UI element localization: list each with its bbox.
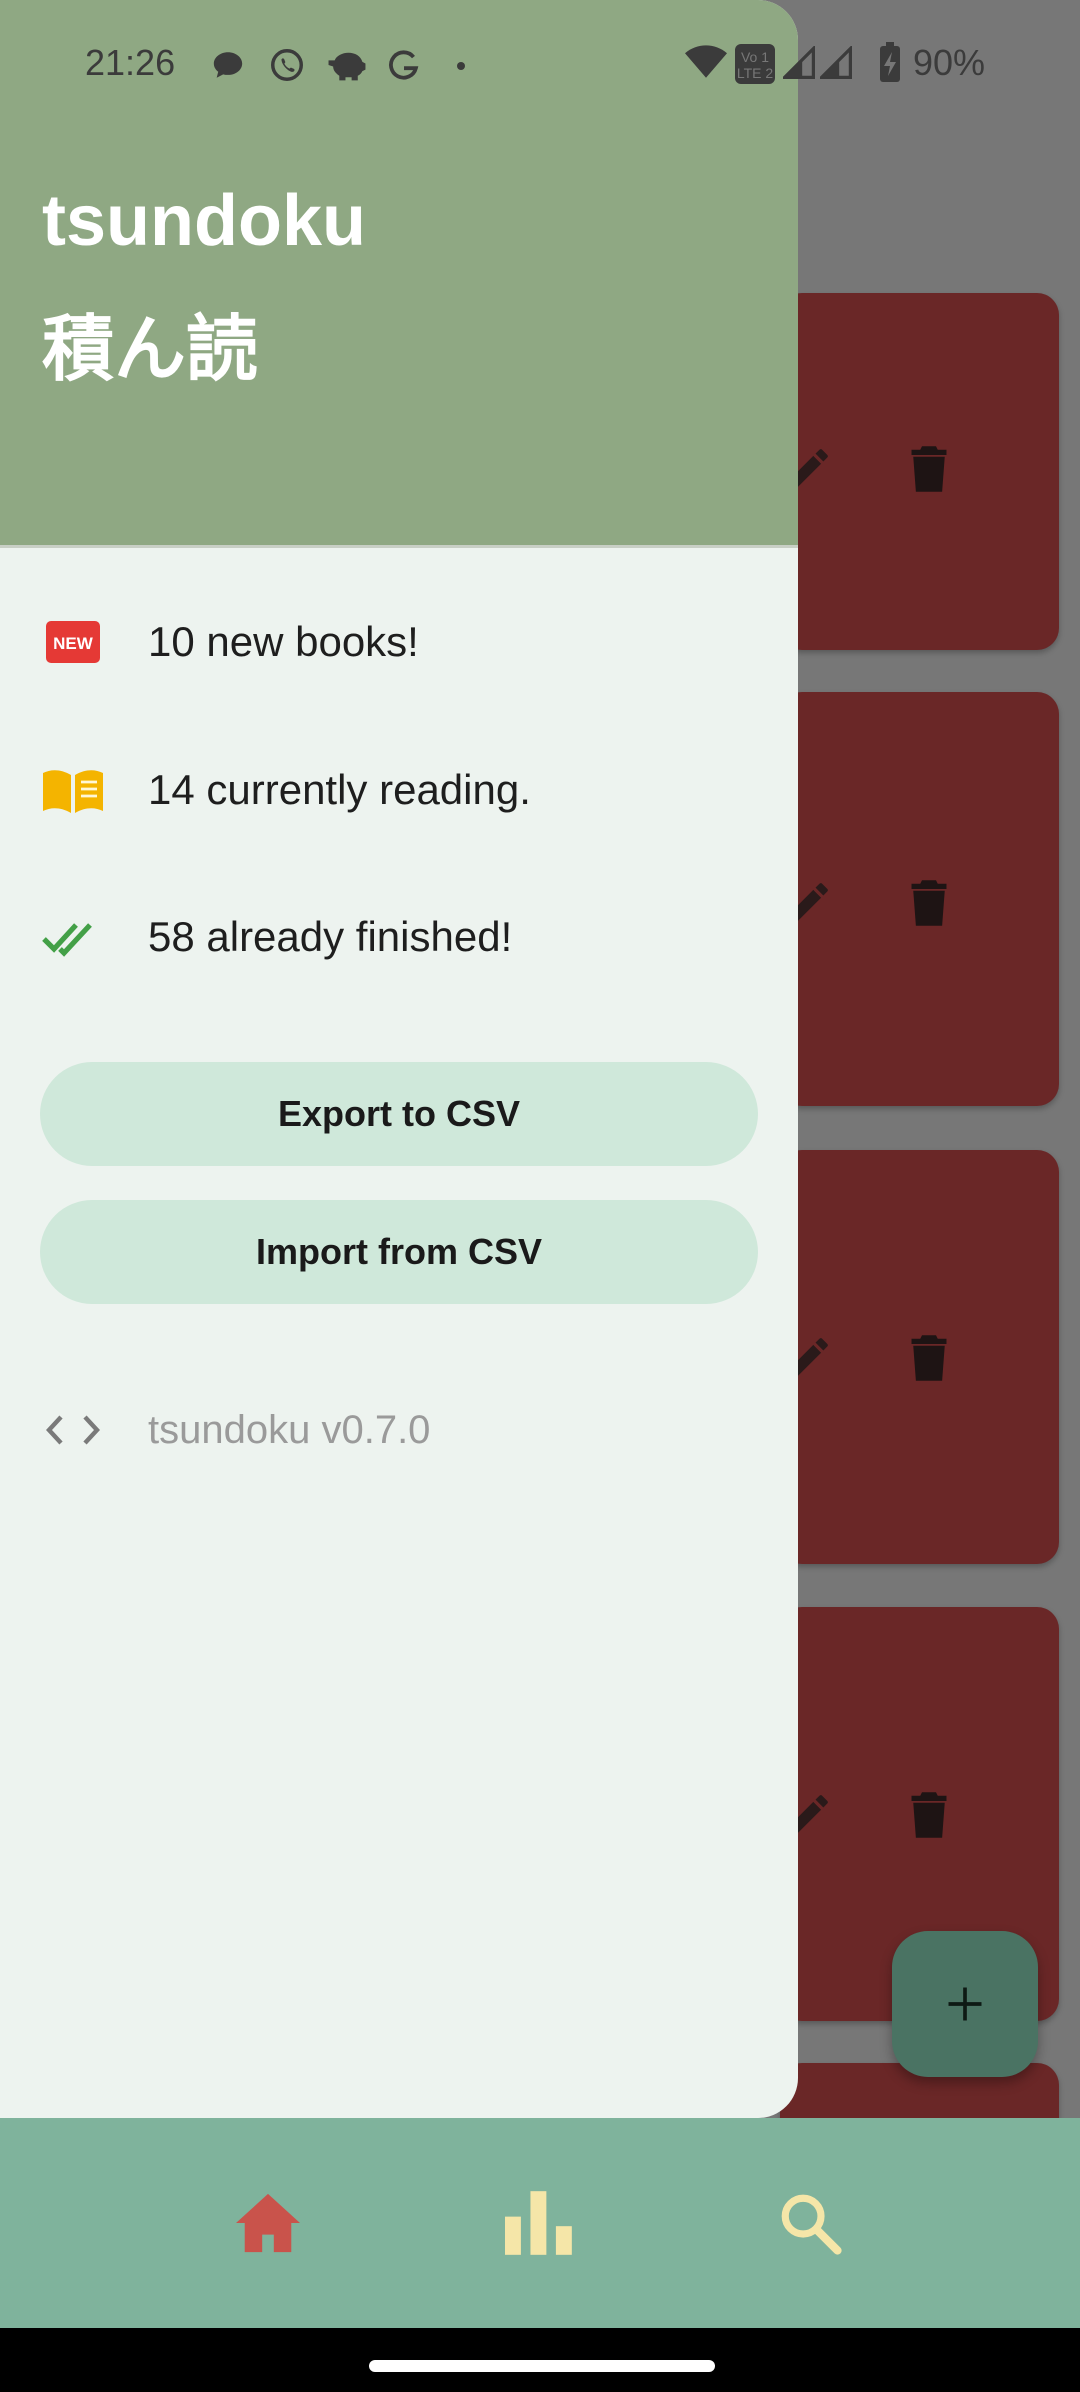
status-bar: 21:26 <box>0 36 798 96</box>
drawer-subtitle: 積ん読 <box>42 310 259 390</box>
nav-stats[interactable] <box>480 2158 600 2288</box>
delete-icon[interactable] <box>908 1332 950 1384</box>
new-badge-icon: NEW <box>42 617 104 667</box>
version-row: tsundoku v0.7.0 <box>42 1395 430 1465</box>
piggy-bank-icon <box>328 52 366 81</box>
stat-new-books: NEW 10 new books! <box>42 607 419 677</box>
nav-home[interactable] <box>208 2158 328 2288</box>
stat-finished: 58 already finished! <box>42 902 512 972</box>
svg-text:Vo 1: Vo 1 <box>741 49 769 65</box>
import-csv-button[interactable]: Import from CSV <box>40 1200 758 1304</box>
bar-chart-icon <box>505 2191 572 2255</box>
stat-finished-text: 58 already finished! <box>148 913 513 960</box>
signal-icon <box>783 46 815 79</box>
export-csv-button[interactable]: Export to CSV <box>40 1062 758 1166</box>
delete-icon[interactable] <box>908 877 950 929</box>
plus-icon <box>948 1987 982 2021</box>
svg-text:NEW: NEW <box>53 634 94 653</box>
bottom-navigation <box>0 2118 1080 2328</box>
svg-text:LTE 2: LTE 2 <box>737 65 774 81</box>
battery-charging-icon <box>880 42 900 82</box>
delete-icon[interactable] <box>908 1789 950 1841</box>
signal-icon-2 <box>820 46 852 79</box>
stat-new-books-text: 10 new books! <box>148 618 419 665</box>
add-book-button[interactable] <box>892 1931 1038 2077</box>
app-version: tsundoku v0.7.0 <box>148 1407 431 1452</box>
search-icon <box>781 2194 842 2255</box>
status-time: 21:26 <box>85 42 176 83</box>
open-book-icon <box>42 765 104 815</box>
chat-bubble-icon <box>213 52 243 78</box>
status-icons-right: Vo 1 LTE 2 90% <box>682 36 1080 96</box>
stat-currently-reading: 14 currently reading. <box>42 755 531 825</box>
navigation-drawer: 21:26 tsundoku 積ん読 NEW 10 new books! 14 … <box>0 0 798 2118</box>
wifi-icon <box>685 45 727 78</box>
nav-search[interactable] <box>750 2158 870 2288</box>
drawer-header: 21:26 tsundoku 積ん読 <box>0 0 798 548</box>
battery-percent: 90% <box>913 42 986 83</box>
book-card[interactable] <box>780 1150 1059 1564</box>
double-check-icon <box>42 912 104 962</box>
drawer-title: tsundoku <box>42 181 366 261</box>
whatsapp-icon <box>271 49 303 81</box>
book-card[interactable] <box>780 692 1059 1106</box>
volte-icon: Vo 1LTE 2 <box>735 44 775 84</box>
code-icon <box>42 1405 104 1455</box>
notification-dot-icon <box>457 62 465 70</box>
book-card[interactable] <box>780 293 1059 650</box>
delete-icon[interactable] <box>908 443 950 495</box>
home-icon <box>236 2193 300 2253</box>
stat-currently-reading-text: 14 currently reading. <box>148 766 531 813</box>
home-gesture-pill[interactable] <box>369 2360 715 2372</box>
grammarly-icon <box>389 50 419 80</box>
